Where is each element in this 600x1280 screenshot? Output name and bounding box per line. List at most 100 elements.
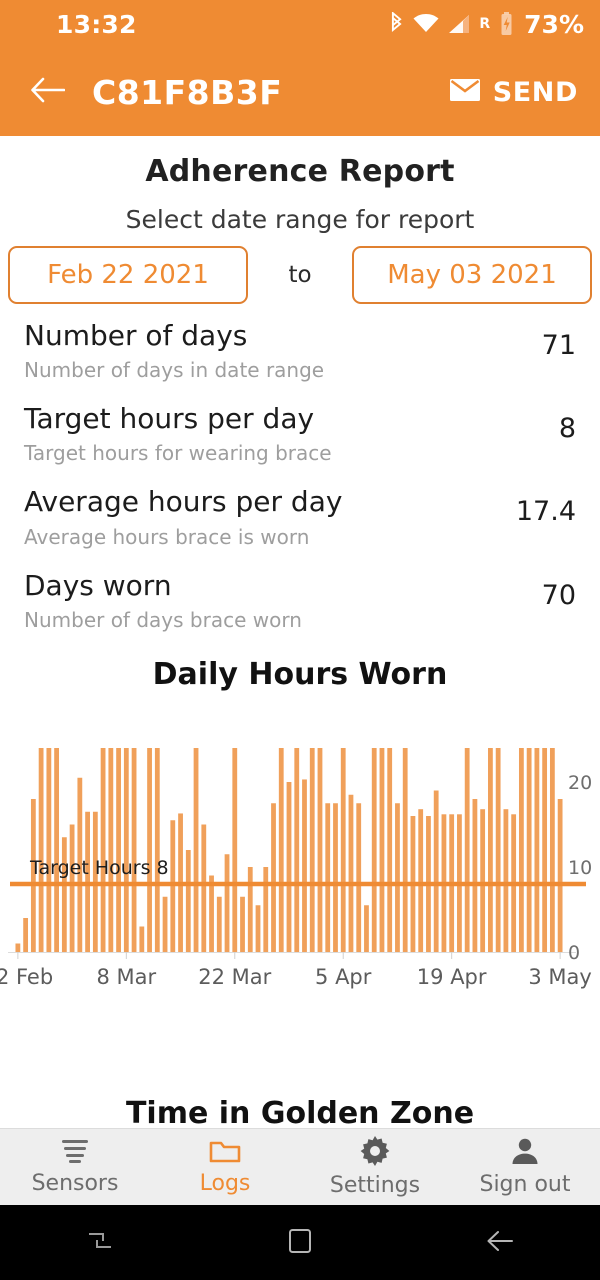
person-icon <box>511 1137 539 1165</box>
roaming-icon: R <box>479 16 491 32</box>
stat-subtitle: Target hours for wearing brace <box>24 441 332 466</box>
page-title: C81F8B3F <box>92 72 283 112</box>
chart-bar <box>61 837 67 952</box>
chart-bar <box>201 824 207 952</box>
stat-value: 8 <box>558 413 576 445</box>
chart-bar <box>348 794 354 952</box>
stat-row-average-hours: Average hours per day Average hours brac… <box>24 486 576 569</box>
nav-item-settings[interactable]: Settings <box>300 1136 450 1198</box>
stat-subtitle: Number of days in date range <box>24 358 325 383</box>
chart-bar <box>356 803 362 952</box>
chart-bar <box>333 803 338 952</box>
back-arrow-icon <box>485 1228 515 1258</box>
chart-bar <box>503 808 509 952</box>
stat-row-target-hours: Target hours per day Target hours for we… <box>24 402 576 486</box>
status-bar: 13:32 R 73% <box>0 0 600 48</box>
chart-bar <box>154 747 160 952</box>
chart-bar <box>263 866 269 952</box>
bluetooth-icon <box>389 12 404 36</box>
end-date-button[interactable]: May 03 2021 <box>352 246 592 304</box>
chart-heading: Daily Hours Worn <box>152 656 448 692</box>
chart-bar <box>549 747 555 952</box>
recent-apps-button[interactable] <box>0 1228 200 1258</box>
stat-value: 17.4 <box>515 496 576 528</box>
chart-bar <box>286 781 292 952</box>
daily-hours-chart[interactable]: 0 10 20 Target Hours 8 22 Feb 8 Mar 22 Mar 5 Ap… <box>0 714 600 1014</box>
stat-value: 71 <box>541 330 576 361</box>
android-system-nav <box>0 1205 600 1280</box>
x-axis-tick-label: 19 Apr <box>417 965 487 989</box>
report-heading: Adherence Report <box>145 154 455 189</box>
chart-bar <box>364 905 369 952</box>
home-button[interactable] <box>200 1228 400 1258</box>
chart-bar <box>534 747 540 952</box>
chart-bar <box>69 824 75 952</box>
list-lines-icon <box>60 1138 90 1164</box>
stat-title: Target hours per day <box>24 402 315 436</box>
nav-label: Settings <box>329 1173 421 1198</box>
chart-bar <box>38 747 44 952</box>
chart-bar <box>232 747 238 952</box>
chart-bar <box>15 943 21 952</box>
chart-bar <box>255 905 261 952</box>
status-time: 13:32 <box>56 9 137 39</box>
cellular-signal-icon <box>448 14 470 34</box>
chart-bar <box>54 747 59 952</box>
send-button[interactable]: SEND <box>449 77 582 108</box>
stat-title: Days worn <box>24 568 172 602</box>
battery-percent: 73% <box>524 9 584 39</box>
chart-bar <box>309 747 315 952</box>
y-axis-tick-label: 10 <box>568 857 592 879</box>
chart-bar <box>402 747 408 952</box>
chart-bar <box>371 747 377 952</box>
chart-bar <box>340 747 346 952</box>
nav-item-sensors[interactable]: Sensors <box>0 1138 150 1196</box>
x-axis-tick-label: 22 Mar <box>198 965 271 989</box>
date-range-row: Feb 22 2021 to May 03 2021 <box>0 234 600 304</box>
wifi-icon <box>413 14 439 34</box>
chart-bar <box>472 798 478 952</box>
chart-bar <box>271 803 276 952</box>
chart-bar <box>224 854 230 952</box>
start-date-button[interactable]: Feb 22 2021 <box>8 246 248 304</box>
chart-bar <box>147 747 152 952</box>
app-bar: C81F8B3F SEND <box>0 48 600 136</box>
chart-bar <box>294 747 300 952</box>
home-square-icon <box>288 1228 312 1258</box>
chart-bar <box>518 747 524 952</box>
chart-bar <box>488 747 493 952</box>
chart-bar <box>240 896 245 952</box>
to-label: to <box>288 262 312 288</box>
chart-bar <box>278 747 284 952</box>
nav-item-logs[interactable]: Logs <box>150 1138 300 1196</box>
report-content: Adherence Report Select date range for r… <box>0 136 600 1014</box>
chart-bar <box>209 875 214 952</box>
chart-bar <box>139 926 145 952</box>
x-axis-tick-label: 3 May <box>528 965 591 989</box>
stat-row-number-of-days: Number of days Number of days in date ra… <box>24 319 576 403</box>
chart-bar <box>100 747 106 952</box>
chart-bar <box>464 747 470 952</box>
nav-item-sign-out[interactable]: Sign out <box>450 1137 600 1197</box>
gear-icon <box>360 1136 390 1166</box>
bottom-navigation: Sensors Logs Settings Sign out <box>0 1128 600 1205</box>
chart-bar <box>480 808 486 952</box>
stat-title: Average hours per day <box>24 485 343 519</box>
chart-bar <box>557 798 563 952</box>
chart-bar <box>302 779 307 952</box>
chart-bar <box>131 747 137 952</box>
chart-bar <box>395 803 400 952</box>
x-axis-tick-label: 8 Mar <box>96 965 156 989</box>
chart-bar <box>193 747 199 952</box>
chart-bar <box>23 917 29 952</box>
y-axis-tick-label: 0 <box>568 942 580 964</box>
x-axis-tick-label: 5 Apr <box>315 965 372 989</box>
chart-bar <box>162 896 168 952</box>
back-button-system[interactable] <box>400 1228 600 1258</box>
recent-apps-icon <box>85 1228 115 1258</box>
y-axis-tick-label: 20 <box>568 772 592 794</box>
stat-subtitle: Number of days brace worn <box>24 607 302 632</box>
back-button[interactable] <box>26 70 70 114</box>
date-range-prompt: Select date range for report <box>125 205 475 234</box>
arrow-left-icon <box>31 76 66 108</box>
